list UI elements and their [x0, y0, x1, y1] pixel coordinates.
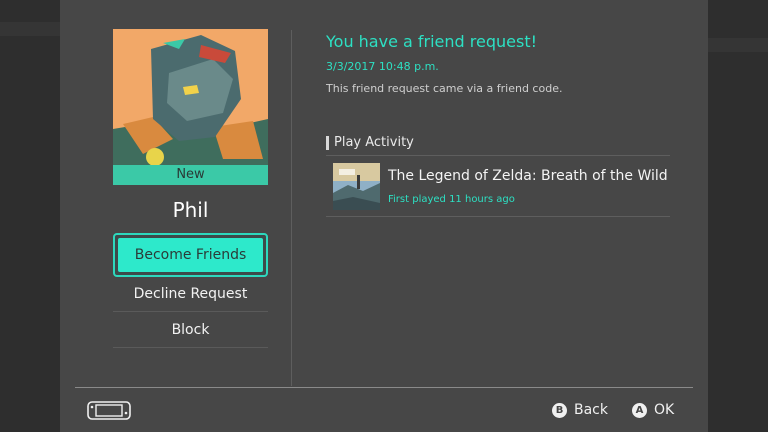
request-note: This friend request came via a friend co… [326, 82, 563, 95]
user-name: Phil [172, 198, 209, 222]
ok-label: OK [654, 402, 675, 418]
user-avatar: New [113, 29, 268, 185]
column-divider [291, 30, 292, 386]
become-friends-button[interactable]: Become Friends [113, 233, 268, 277]
background-right [708, 0, 768, 432]
zelda-cover-icon [333, 163, 380, 210]
block-button[interactable]: Block [113, 313, 268, 348]
play-activity-heading: Play Activity [334, 135, 414, 150]
request-datetime: 3/3/2017 10:48 p.m. [326, 60, 439, 73]
game-title: The Legend of Zelda: Breath of the Wild [388, 168, 668, 184]
game-first-played: First played 11 hours ago [388, 194, 515, 205]
background-blur-right [708, 38, 768, 52]
back-button[interactable]: B Back [552, 400, 608, 420]
divider [326, 216, 670, 217]
new-badge: New [113, 165, 268, 185]
play-activity-marker [326, 136, 329, 150]
footer-divider [75, 387, 693, 388]
game-thumbnail [333, 163, 380, 210]
b-button-icon: B [552, 402, 567, 418]
console-icon [87, 401, 131, 420]
ok-button[interactable]: A OK [632, 400, 674, 420]
background-left [0, 0, 60, 432]
back-label: Back [574, 402, 608, 418]
avatar-icon [113, 29, 268, 185]
request-title: You have a friend request! [326, 32, 538, 51]
a-button-icon: A [632, 402, 647, 418]
become-friends-label: Become Friends [118, 238, 263, 272]
decline-request-button[interactable]: Decline Request [113, 277, 268, 312]
background-blur-left [0, 22, 60, 36]
game-list-item[interactable]: The Legend of Zelda: Breath of the Wild … [326, 156, 670, 216]
